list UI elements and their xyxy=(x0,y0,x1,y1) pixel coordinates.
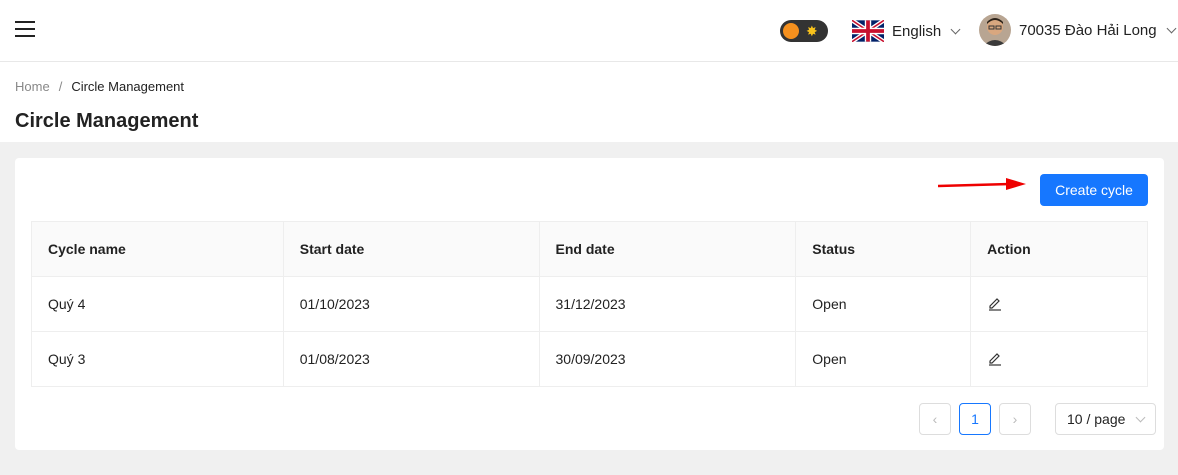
edit-icon[interactable] xyxy=(987,295,1003,311)
prev-page-button[interactable]: ‹ xyxy=(919,403,951,435)
content-card: Create cycle Cycle name Start date End d… xyxy=(15,158,1164,450)
page-size-select[interactable]: 10 / page xyxy=(1055,403,1156,435)
user-name: 70035 Đào Hải Long xyxy=(1019,21,1157,39)
breadcrumb-current: Circle Management xyxy=(71,79,185,94)
breadcrumb: Home / Circle Management xyxy=(15,79,184,94)
page-1-button[interactable]: 1 xyxy=(959,403,991,435)
chevron-down-icon xyxy=(950,24,961,34)
sun-icon: ✸ xyxy=(806,23,818,39)
page-title: Circle Management xyxy=(15,110,199,132)
cell-start-date: 01/08/2023 xyxy=(282,331,540,387)
cell-start-date: 01/10/2023 xyxy=(282,276,540,332)
avatar xyxy=(979,14,1011,46)
table-header-row: Cycle name Start date End date Status Ac… xyxy=(31,221,1148,277)
theme-toggle[interactable]: ✸ xyxy=(780,20,828,42)
page-size-label: 10 / page xyxy=(1067,411,1126,427)
breadcrumb-home[interactable]: Home xyxy=(15,79,50,94)
red-arrow-annotation xyxy=(938,178,1026,190)
cell-cycle-name: Quý 4 xyxy=(31,276,284,332)
column-header-cycle-name: Cycle name xyxy=(31,221,284,277)
menu-icon[interactable] xyxy=(15,21,35,39)
table-row: Quý 3 01/08/2023 30/09/2023 Open xyxy=(31,331,1148,387)
uk-flag-icon xyxy=(852,20,884,42)
next-page-button[interactable]: › xyxy=(999,403,1031,435)
language-selector[interactable]: English xyxy=(852,19,961,43)
chevron-right-icon: › xyxy=(1012,411,1018,427)
cell-end-date: 30/09/2023 xyxy=(538,331,797,387)
column-header-status: Status xyxy=(795,221,972,277)
breadcrumb-separator: / xyxy=(58,79,63,94)
user-menu[interactable]: 70035 Đào Hải Long xyxy=(979,14,1177,46)
cell-cycle-name: Quý 3 xyxy=(31,331,284,387)
chevron-left-icon: ‹ xyxy=(932,411,938,427)
cell-status: Open xyxy=(795,276,972,332)
chevron-down-icon xyxy=(1166,23,1177,33)
column-header-action: Action xyxy=(970,221,1148,277)
cycle-table: Cycle name Start date End date Status Ac… xyxy=(31,221,1148,387)
column-header-end-date: End date xyxy=(538,221,797,277)
cell-status: Open xyxy=(795,331,972,387)
cell-action xyxy=(970,331,1148,387)
edit-icon[interactable] xyxy=(987,350,1003,366)
chevron-down-icon xyxy=(1135,412,1146,422)
top-bar: ✸ English 70035 Đào Hải Long xyxy=(0,0,1178,62)
language-label: English xyxy=(892,22,942,40)
cell-end-date: 31/12/2023 xyxy=(538,276,797,332)
column-header-start-date: Start date xyxy=(282,221,540,277)
pagination: ‹ 1 › 10 / page xyxy=(919,403,1156,435)
create-cycle-button[interactable]: Create cycle xyxy=(1040,174,1148,206)
table-row: Quý 4 01/10/2023 31/12/2023 Open xyxy=(31,276,1148,332)
page-header: Home / Circle Management Circle Manageme… xyxy=(0,62,1178,142)
cell-action xyxy=(970,276,1148,332)
toggle-knob xyxy=(783,23,799,39)
